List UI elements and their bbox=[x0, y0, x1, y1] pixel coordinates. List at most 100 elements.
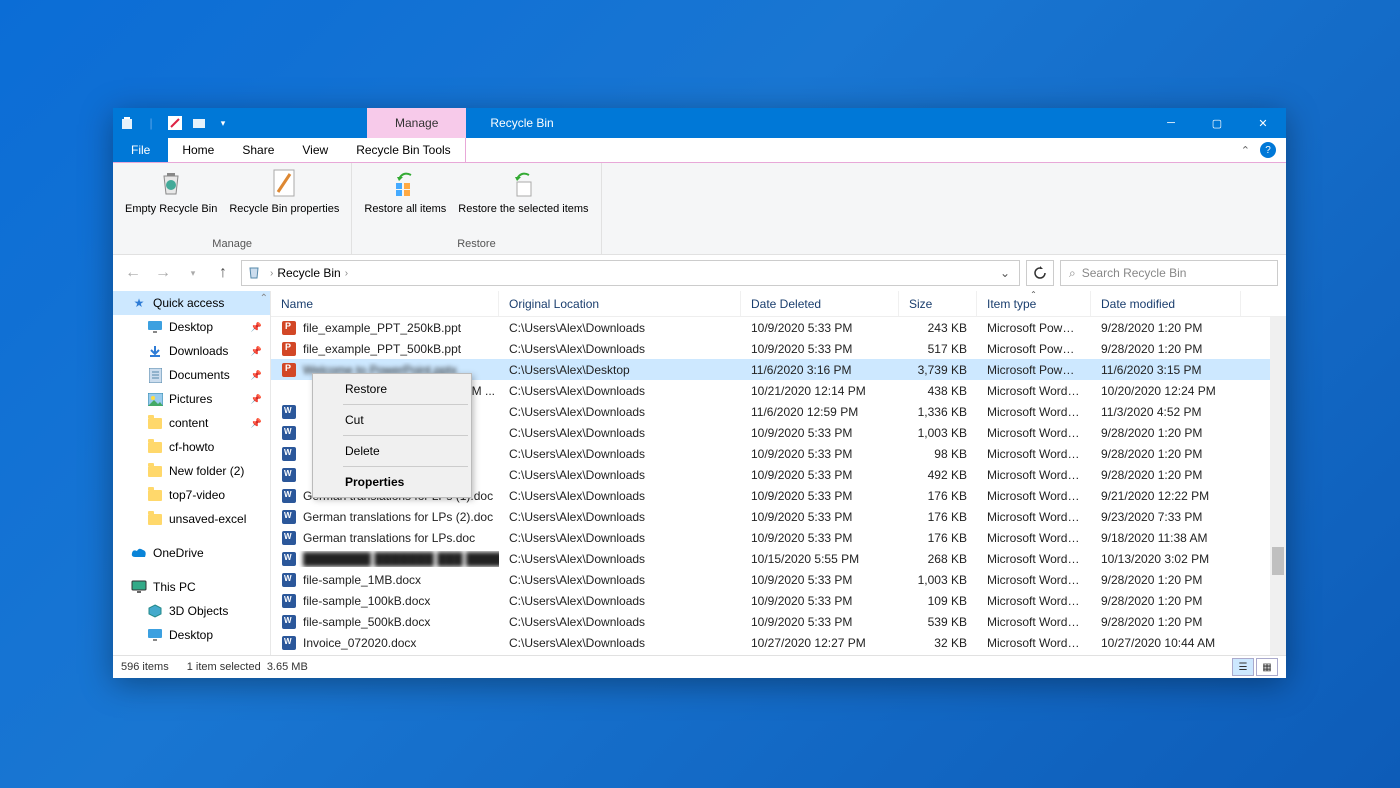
sidebar-item-desktop[interactable]: Desktop bbox=[113, 623, 270, 647]
scrollbar-thumb[interactable] bbox=[1272, 547, 1284, 575]
recycle-bin-properties-button[interactable]: Recycle Bin properties bbox=[223, 167, 345, 236]
forward-button[interactable]: → bbox=[151, 261, 175, 285]
file-row[interactable]: file_example_PPT_500kB.pptC:\Users\Alex\… bbox=[271, 338, 1286, 359]
file-row[interactable]: file-sample_1MB.docxC:\Users\Alex\Downlo… bbox=[271, 569, 1286, 590]
file-row[interactable]: file-sample_500kB.docxC:\Users\Alex\Down… bbox=[271, 611, 1286, 632]
ctx-properties[interactable]: Properties bbox=[315, 469, 469, 495]
cell-type: Microsoft PowerP... bbox=[977, 342, 1091, 356]
cell-date-modified: 9/23/2020 7:33 PM bbox=[1091, 510, 1241, 524]
ctx-delete[interactable]: Delete bbox=[315, 438, 469, 464]
details-view-button[interactable]: ☰ bbox=[1232, 658, 1254, 676]
help-icon[interactable]: ? bbox=[1260, 142, 1276, 158]
file-row[interactable]: file-sample_100kB.docxC:\Users\Alex\Down… bbox=[271, 590, 1286, 611]
cell-location: C:\Users\Alex\Downloads bbox=[499, 426, 741, 440]
recycle-bin-icon bbox=[246, 264, 264, 282]
cell-date-modified: 10/27/2020 10:44 AM bbox=[1091, 636, 1241, 650]
tab-share[interactable]: Share bbox=[228, 138, 288, 162]
sidebar-item-3d-objects[interactable]: 3D Objects bbox=[113, 599, 270, 623]
column-original-location[interactable]: Original Location bbox=[499, 291, 741, 316]
properties-icon[interactable] bbox=[167, 115, 183, 131]
sidebar-item-pictures[interactable]: Pictures📌 bbox=[113, 387, 270, 411]
ppt-file-icon bbox=[281, 341, 297, 357]
cell-type: Microsoft PowerP... bbox=[977, 363, 1091, 377]
tab-file[interactable]: File bbox=[113, 138, 168, 162]
vertical-scrollbar[interactable] bbox=[1270, 317, 1286, 655]
minimize-button[interactable]: ─ bbox=[1148, 108, 1194, 138]
breadcrumb-item[interactable]: Recycle Bin bbox=[277, 266, 340, 280]
sidebar-item-desktop[interactable]: Desktop📌 bbox=[113, 315, 270, 339]
file-row[interactable]: ████████ ███████ ███ ██████...C:\Users\A… bbox=[271, 548, 1286, 569]
chevron-right-icon[interactable]: › bbox=[266, 268, 277, 279]
customize-qat-icon[interactable]: ▾ bbox=[215, 115, 231, 131]
column-date-modified[interactable]: Date modified bbox=[1091, 291, 1241, 316]
quick-access-toolbar: | ▾ bbox=[113, 115, 237, 131]
status-item-count: 596 items bbox=[121, 661, 169, 673]
file-row[interactable]: German translations for LPs (2).docC:\Us… bbox=[271, 506, 1286, 527]
cell-date-modified: 9/28/2020 1:20 PM bbox=[1091, 594, 1241, 608]
cell-type: Microsoft Word D... bbox=[977, 615, 1091, 629]
cell-location: C:\Users\Alex\Downloads bbox=[499, 510, 741, 524]
cell-date-modified: 9/28/2020 1:20 PM bbox=[1091, 447, 1241, 461]
cell-date-deleted: 10/9/2020 5:33 PM bbox=[741, 615, 899, 629]
search-input[interactable]: ⌕ Search Recycle Bin bbox=[1060, 260, 1278, 286]
restore-all-button[interactable]: Restore all items bbox=[358, 167, 452, 236]
restore-selected-button[interactable]: Restore the selected items bbox=[452, 167, 594, 236]
maximize-button[interactable]: ▢ bbox=[1194, 108, 1240, 138]
sidebar-item-documents[interactable]: Documents📌 bbox=[113, 363, 270, 387]
cell-type: Microsoft Word D... bbox=[977, 573, 1091, 587]
refresh-button[interactable] bbox=[1026, 260, 1054, 286]
chevron-right-icon[interactable]: › bbox=[341, 268, 352, 279]
file-name: Invoice_072020.docx bbox=[303, 636, 416, 650]
sidebar-item-content[interactable]: content📌 bbox=[113, 411, 270, 435]
address-bar[interactable]: › Recycle Bin › ⌄ bbox=[241, 260, 1020, 286]
cell-type: Microsoft Word 9... bbox=[977, 405, 1091, 419]
cell-date-deleted: 10/9/2020 5:33 PM bbox=[741, 510, 899, 524]
folder-icon bbox=[147, 463, 163, 479]
cell-size: 438 KB bbox=[899, 384, 977, 398]
sidebar-item-new-folder-2-[interactable]: New folder (2) bbox=[113, 459, 270, 483]
file-name: file-sample_500kB.docx bbox=[303, 615, 430, 629]
column-date-deleted[interactable]: Date Deleted bbox=[741, 291, 899, 316]
close-button[interactable]: ✕ bbox=[1240, 108, 1286, 138]
doc-file-icon bbox=[281, 446, 297, 462]
cell-location: C:\Users\Alex\Downloads bbox=[499, 405, 741, 419]
file-row[interactable]: German translations for LPs.docC:\Users\… bbox=[271, 527, 1286, 548]
cell-location: C:\Users\Alex\Downloads bbox=[499, 531, 741, 545]
recent-locations-button[interactable]: ▾ bbox=[181, 261, 205, 285]
column-item-type[interactable]: ⌃Item type bbox=[977, 291, 1091, 316]
cell-type: Microsoft Word 9... bbox=[977, 468, 1091, 482]
navigation-bar: ← → ▾ ↑ › Recycle Bin › ⌄ ⌕ Search Recyc… bbox=[113, 255, 1286, 291]
manage-contextual-tab[interactable]: Manage bbox=[367, 108, 466, 138]
desktop-icon bbox=[147, 627, 163, 643]
ctx-restore[interactable]: Restore bbox=[315, 376, 469, 402]
file-row[interactable]: Invoice_072020.docxC:\Users\Alex\Downloa… bbox=[271, 632, 1286, 653]
address-history-button[interactable]: ⌄ bbox=[995, 266, 1015, 280]
divider: | bbox=[143, 115, 159, 131]
sidebar-item-downloads[interactable]: Downloads📌 bbox=[113, 339, 270, 363]
ctx-cut[interactable]: Cut bbox=[315, 407, 469, 433]
collapse-ribbon-icon[interactable]: ⌃ bbox=[1241, 144, 1250, 157]
tab-recycle-bin-tools[interactable]: Recycle Bin Tools bbox=[342, 138, 466, 162]
sidebar-this-pc[interactable]: This PC bbox=[113, 575, 270, 599]
cell-location: C:\Users\Alex\Desktop bbox=[499, 363, 741, 377]
empty-recycle-bin-button[interactable]: Empty Recycle Bin bbox=[119, 167, 223, 236]
sidebar-item-top7-video[interactable]: top7-video bbox=[113, 483, 270, 507]
sidebar-item-cf-howto[interactable]: cf-howto bbox=[113, 435, 270, 459]
sidebar-item-unsaved-excel[interactable]: unsaved-excel bbox=[113, 507, 270, 531]
thumbnails-view-button[interactable]: ▦ bbox=[1256, 658, 1278, 676]
new-folder-icon[interactable] bbox=[191, 115, 207, 131]
cell-date-deleted: 10/9/2020 5:33 PM bbox=[741, 531, 899, 545]
doc-file-icon bbox=[281, 509, 297, 525]
scroll-up-icon[interactable]: ⌃ bbox=[260, 293, 268, 304]
cell-location: C:\Users\Alex\Downloads bbox=[499, 321, 741, 335]
back-button[interactable]: ← bbox=[121, 261, 145, 285]
sidebar-quick-access[interactable]: ★ Quick access bbox=[113, 291, 270, 315]
sidebar-onedrive[interactable]: OneDrive bbox=[113, 541, 270, 565]
column-name[interactable]: Name bbox=[271, 291, 499, 316]
cell-date-deleted: 10/9/2020 5:33 PM bbox=[741, 321, 899, 335]
column-size[interactable]: Size bbox=[899, 291, 977, 316]
tab-home[interactable]: Home bbox=[168, 138, 228, 162]
tab-view[interactable]: View bbox=[288, 138, 342, 162]
up-button[interactable]: ↑ bbox=[211, 261, 235, 285]
file-row[interactable]: file_example_PPT_250kB.pptC:\Users\Alex\… bbox=[271, 317, 1286, 338]
